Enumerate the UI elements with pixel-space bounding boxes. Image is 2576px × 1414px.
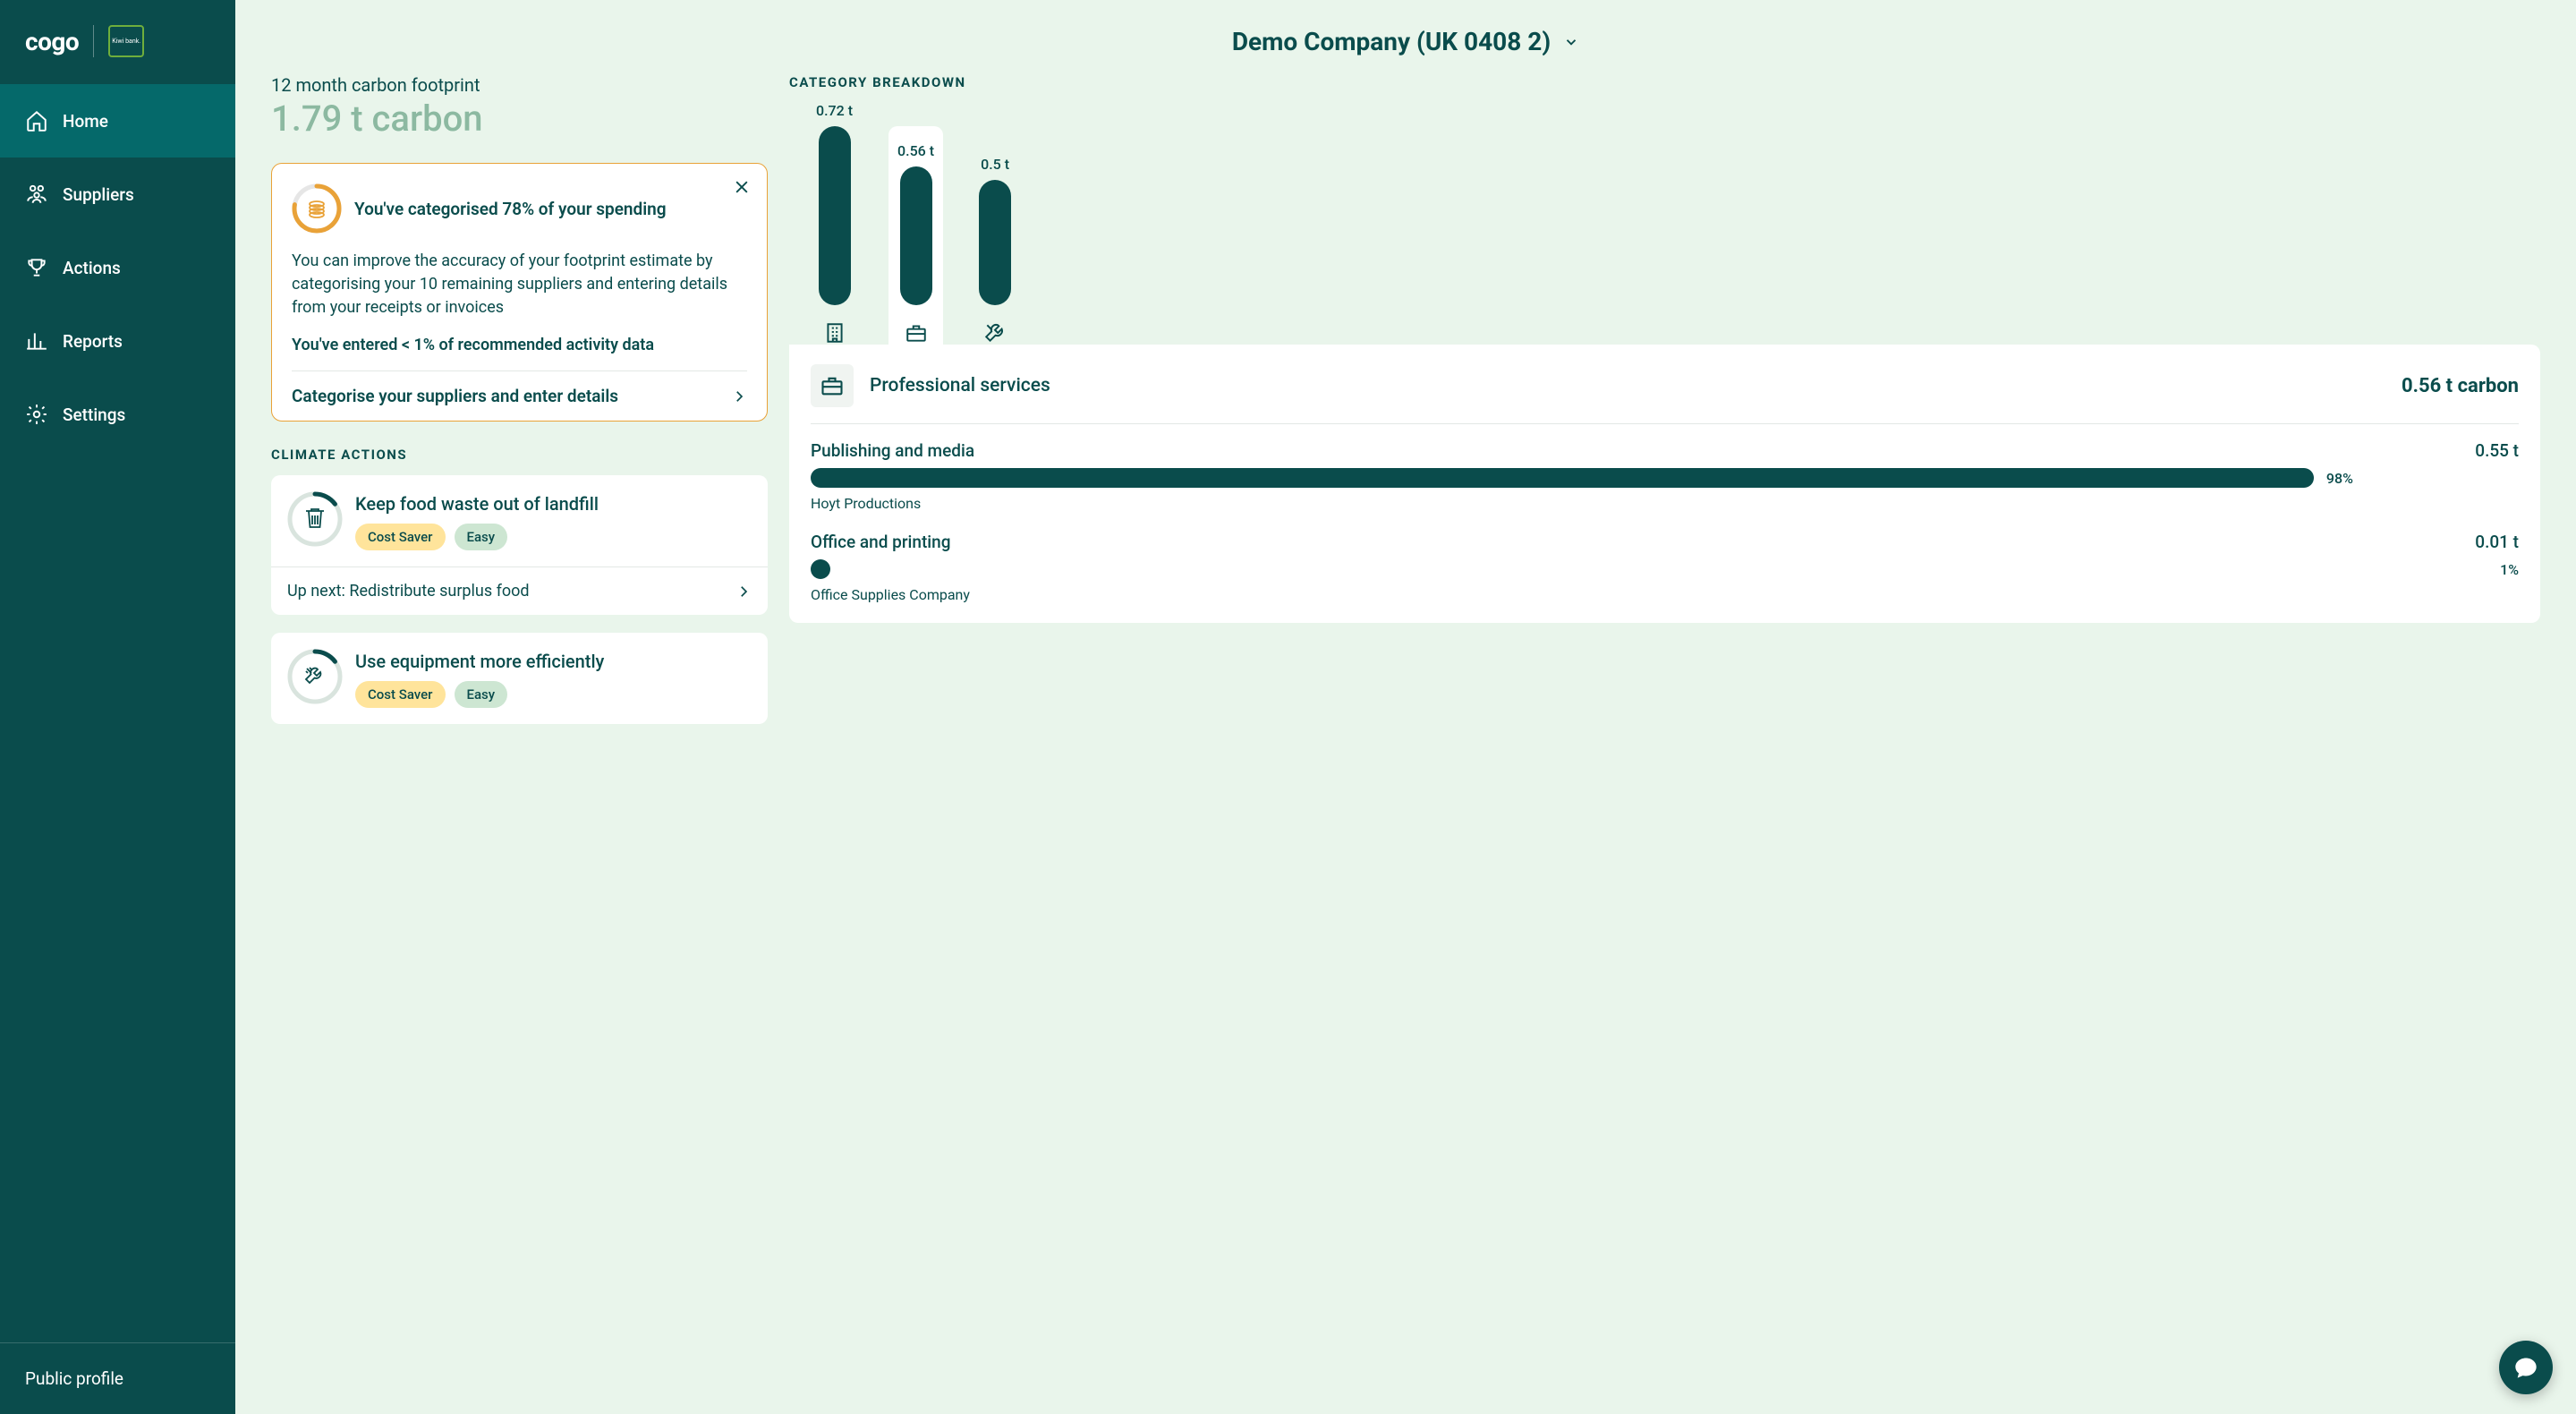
bar-value: 0.56 t	[897, 142, 934, 159]
bars-icon	[25, 329, 48, 353]
action-title: Keep food waste out of landfill	[355, 491, 599, 515]
progress-ring-icon	[287, 491, 343, 547]
sub-supplier: Office Supplies Company	[811, 586, 2519, 603]
sidebar-item-settings[interactable]: Settings	[0, 378, 235, 451]
sidebar-nav: Home Suppliers Actions Reports Settings	[0, 84, 235, 451]
climate-actions-heading: CLIMATE ACTIONS	[271, 447, 768, 463]
tools-icon	[306, 668, 320, 683]
alert-title: You've categorised 78% of your spending	[354, 199, 667, 219]
chip-easy: Easy	[455, 681, 508, 708]
bar-value: 0.5 t	[981, 156, 1009, 173]
breakdown-heading: CATEGORY BREAKDOWN	[789, 74, 2540, 90]
bar-fill	[979, 180, 1011, 305]
company-switcher[interactable]: Demo Company (UK 0408 2)	[271, 27, 2540, 56]
sidebar-item-actions[interactable]: Actions	[0, 231, 235, 304]
sidebar-item-public-profile[interactable]: Public profile	[0, 1342, 235, 1414]
home-icon	[25, 109, 48, 132]
main: Demo Company (UK 0408 2) 12 month carbon…	[235, 0, 2576, 1414]
climate-action-card[interactable]: Use equipment more efficiently Cost Save…	[271, 633, 768, 724]
kiwibank-logo: Kiwi bank.	[108, 25, 144, 57]
briefcase-icon	[820, 373, 845, 398]
category-value: 0.56 t carbon	[2402, 375, 2519, 397]
chip-cost-saver: Cost Saver	[355, 681, 446, 708]
close-icon[interactable]	[733, 178, 751, 200]
climate-action-card[interactable]: Keep food waste out of landfill Cost Sav…	[271, 475, 768, 615]
footprint-label: 12 month carbon footprint	[271, 74, 768, 96]
breakdown-bar[interactable]: 0.5 t	[970, 156, 1020, 345]
breakdown-bar[interactable]: 0.56 t	[888, 126, 943, 345]
people-icon	[25, 183, 48, 206]
logo-area: cogo Kiwi bank.	[0, 0, 235, 84]
sub-bar-fill	[811, 559, 830, 579]
subcategory-row[interactable]: Office and printing 0.01 t 1% Office Sup…	[811, 532, 2519, 603]
sub-bar-fill	[811, 468, 2314, 488]
logo-divider	[93, 25, 94, 57]
chat-button[interactable]	[2499, 1341, 2553, 1394]
sub-name: Office and printing	[811, 532, 950, 552]
sub-pct: 1%	[2500, 561, 2519, 578]
action-next-label: Up next: Redistribute surplus food	[287, 582, 530, 601]
gear-icon	[25, 403, 48, 426]
chevron-right-icon	[735, 583, 752, 600]
sidebar-item-reports[interactable]: Reports	[0, 304, 235, 378]
sidebar-item-label: Public profile	[25, 1368, 123, 1389]
trash-icon	[306, 509, 324, 527]
chevron-right-icon	[731, 388, 747, 405]
bar-fill	[819, 126, 851, 305]
sub-value: 0.01 t	[2475, 532, 2519, 552]
chip-cost-saver: Cost Saver	[355, 524, 446, 550]
sub-pct: 98%	[2326, 470, 2353, 487]
bar-fill	[900, 166, 932, 305]
sub-supplier: Hoyt Productions	[811, 495, 2519, 512]
company-name: Demo Company (UK 0408 2)	[1232, 27, 1551, 56]
sidebar-item-label: Home	[63, 111, 108, 132]
progress-ring-icon	[287, 649, 343, 704]
chip-easy: Easy	[455, 524, 508, 550]
categorise-alert: You've categorised 78% of your spending …	[271, 163, 768, 422]
sidebar-item-suppliers[interactable]: Suppliers	[0, 158, 235, 231]
sub-name: Publishing and media	[811, 440, 974, 461]
progress-ring-icon	[292, 183, 342, 234]
cogo-logo: cogo	[25, 27, 79, 56]
sidebar-item-home[interactable]: Home	[0, 84, 235, 158]
chevron-down-icon	[1563, 34, 1579, 50]
sidebar-item-label: Reports	[63, 331, 123, 352]
sidebar-item-label: Actions	[63, 258, 121, 278]
tools-icon	[983, 321, 1007, 345]
category-icon-wrap	[811, 364, 854, 407]
left-column: 12 month carbon footprint 1.79 t carbon	[271, 74, 768, 742]
chat-icon	[2513, 1355, 2538, 1380]
sidebar-item-label: Settings	[63, 405, 125, 425]
breakdown-bar[interactable]: 0.72 t	[807, 102, 862, 345]
alert-body: You can improve the accuracy of your foo…	[292, 250, 747, 319]
action-next-link[interactable]: Up next: Redistribute surplus food	[287, 567, 752, 615]
breakdown-bars: 0.72 t 0.56 t 0.5 t	[789, 103, 2540, 345]
category-name: Professional services	[870, 375, 2385, 396]
bar-value: 0.72 t	[816, 102, 853, 119]
briefcase-icon	[905, 321, 928, 345]
alert-cta-label: Categorise your suppliers and enter deta…	[292, 386, 618, 406]
sub-value: 0.55 t	[2475, 440, 2519, 461]
breakdown-panel: Professional services 0.56 t carbon Publ…	[789, 345, 2540, 623]
building-icon	[823, 321, 846, 345]
sidebar: cogo Kiwi bank. Home Suppliers Actions R…	[0, 0, 235, 1414]
trophy-icon	[25, 256, 48, 279]
alert-cta[interactable]: Categorise your suppliers and enter deta…	[292, 371, 747, 406]
subcategory-row[interactable]: Publishing and media 0.55 t 98% Hoyt Pro…	[811, 440, 2519, 512]
right-column: CATEGORY BREAKDOWN 0.72 t 0.56 t 0.5 t	[789, 74, 2540, 742]
action-title: Use equipment more efficiently	[355, 649, 604, 672]
sidebar-item-label: Suppliers	[63, 184, 134, 205]
footprint-value: 1.79 t carbon	[271, 98, 768, 140]
alert-sub: You've entered < 1% of recommended activ…	[292, 336, 747, 354]
